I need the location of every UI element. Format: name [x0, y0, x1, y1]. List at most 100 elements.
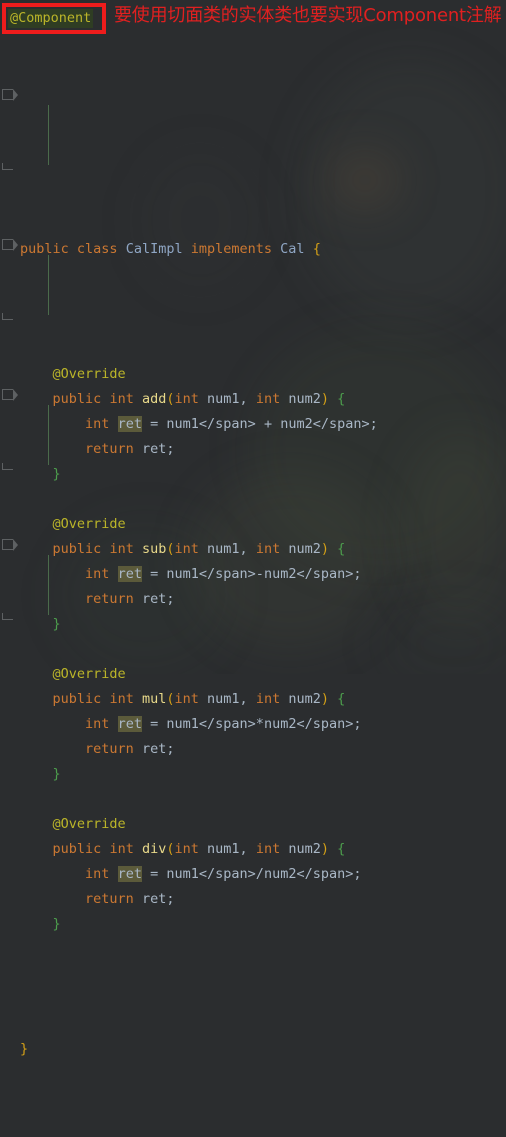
keyword-int: int — [109, 841, 134, 857]
close-paren: ) — [320, 841, 330, 857]
keyword-return: return — [85, 591, 134, 607]
param-num2: num2 — [288, 691, 321, 707]
assign-operator: = — [150, 416, 159, 432]
code-line-close-sub: } — [0, 612, 506, 637]
code-line-assign-sub: int ret = num1</span>-num2</span>; — [85, 566, 362, 582]
semicolon: ; — [166, 741, 175, 757]
method-close-brace: } — [52, 916, 61, 932]
semicolon: ; — [353, 716, 362, 732]
code-line-signature-mul: public int mul(int num1, int num2) { — [0, 687, 506, 712]
code-line-signature-add: public int add(int num1, int num2) { — [0, 387, 506, 412]
code-line-class-declaration: public class CalImpl implements Cal { — [0, 237, 506, 262]
keyword-public: public — [52, 391, 102, 407]
keyword-int: int — [174, 541, 199, 557]
keyword-return: return — [85, 891, 134, 907]
assign-operator: = — [150, 566, 159, 582]
method-name-div: div — [141, 841, 167, 857]
close-paren: ) — [320, 391, 330, 407]
keyword-int: int — [85, 566, 110, 582]
keyword-int: int — [174, 841, 199, 857]
keyword-int: int — [255, 391, 281, 407]
param-num2: num2 — [288, 391, 321, 407]
close-paren: ) — [320, 541, 330, 557]
keyword-int: int — [255, 541, 281, 557]
comma: , — [239, 541, 248, 557]
code-line-assign-add: int ret = num1</span> + num2</span>; — [85, 416, 378, 432]
open-paren: ( — [166, 541, 175, 557]
keyword-implements: implements — [190, 241, 273, 257]
keyword-return: return — [85, 741, 134, 757]
code-line-signature-div: public int div(int num1, int num2) { — [0, 837, 506, 862]
keyword-return: return — [85, 441, 134, 457]
code-line-override-sub: @Override — [0, 512, 506, 537]
method-open-brace: { — [337, 391, 346, 407]
code-line-override-add: @Override — [0, 362, 506, 387]
keyword-public: public — [52, 691, 102, 707]
class-close-brace: } — [20, 1041, 29, 1057]
semicolon: ; — [166, 441, 175, 457]
keyword-int: int — [255, 691, 281, 707]
override-annotation: @Override — [52, 666, 126, 682]
keyword-int: int — [109, 691, 134, 707]
method-name-add: add — [141, 391, 167, 407]
param-num2: num2 — [288, 841, 321, 857]
variable-ret: ret — [117, 416, 142, 432]
param-num1: num1 — [207, 691, 240, 707]
open-paren: ( — [166, 841, 175, 857]
close-paren: ) — [320, 691, 330, 707]
keyword-int: int — [174, 391, 199, 407]
override-annotation: @Override — [52, 816, 126, 832]
override-annotation: @Override — [52, 366, 126, 382]
keyword-public: public — [20, 241, 69, 257]
keyword-class: class — [76, 241, 118, 257]
code-line-annotation-component — [0, 100, 506, 137]
variable-ret: ret — [141, 441, 167, 457]
keyword-int: int — [109, 391, 134, 407]
keyword-public: public — [52, 541, 102, 557]
code-line-return-sub: return ret; — [0, 587, 506, 612]
keyword-int: int — [174, 691, 199, 707]
semicolon: ; — [353, 866, 362, 882]
code-line-class-close: } — [0, 1037, 506, 1062]
keyword-int: int — [85, 416, 110, 432]
code-line-override-mul: @Override — [0, 662, 506, 687]
code-line-override-div: @Override — [0, 812, 506, 837]
open-paren: ( — [166, 691, 175, 707]
param-num1: num1 — [207, 391, 240, 407]
code-line-assign-mul: int ret = num1</span>*num2</span>; — [85, 716, 362, 732]
keyword-public: public — [52, 841, 102, 857]
method-close-brace: } — [52, 766, 61, 782]
comma: , — [239, 391, 248, 407]
keyword-int: int — [85, 866, 110, 882]
assign-operator: = — [150, 716, 159, 732]
code-line-signature-sub: public int sub(int num1, int num2) { — [0, 537, 506, 562]
override-annotation: @Override — [52, 516, 126, 532]
method-close-brace: } — [52, 466, 61, 482]
code-line-close-mul: } — [0, 762, 506, 787]
semicolon: ; — [166, 891, 175, 907]
keyword-int: int — [85, 716, 110, 732]
code-editor[interactable]: public class CalImpl implements Cal { @O… — [0, 0, 506, 1057]
code-line-close-div: } — [0, 912, 506, 937]
param-num2: num2 — [288, 541, 321, 557]
method-name-mul: mul — [141, 691, 167, 707]
variable-ret: ret — [141, 591, 167, 607]
open-paren: ( — [166, 391, 175, 407]
class-name: CalImpl — [125, 241, 183, 257]
semicolon: ; — [166, 591, 175, 607]
comma: , — [239, 841, 248, 857]
method-blocks: @Override public int add(int num1, int n… — [0, 362, 506, 937]
variable-ret: ret — [117, 716, 142, 732]
variable-ret: ret — [141, 891, 167, 907]
semicolon: ; — [353, 566, 362, 582]
code-line-return-div: return ret; — [0, 887, 506, 912]
code-lines: public class CalImpl implements Cal { @O… — [0, 0, 506, 1137]
interface-name: Cal — [280, 241, 305, 257]
class-open-brace: { — [312, 241, 321, 257]
method-name-sub: sub — [141, 541, 167, 557]
param-num1: num1 — [207, 841, 240, 857]
keyword-int: int — [109, 541, 134, 557]
method-open-brace: { — [337, 691, 346, 707]
